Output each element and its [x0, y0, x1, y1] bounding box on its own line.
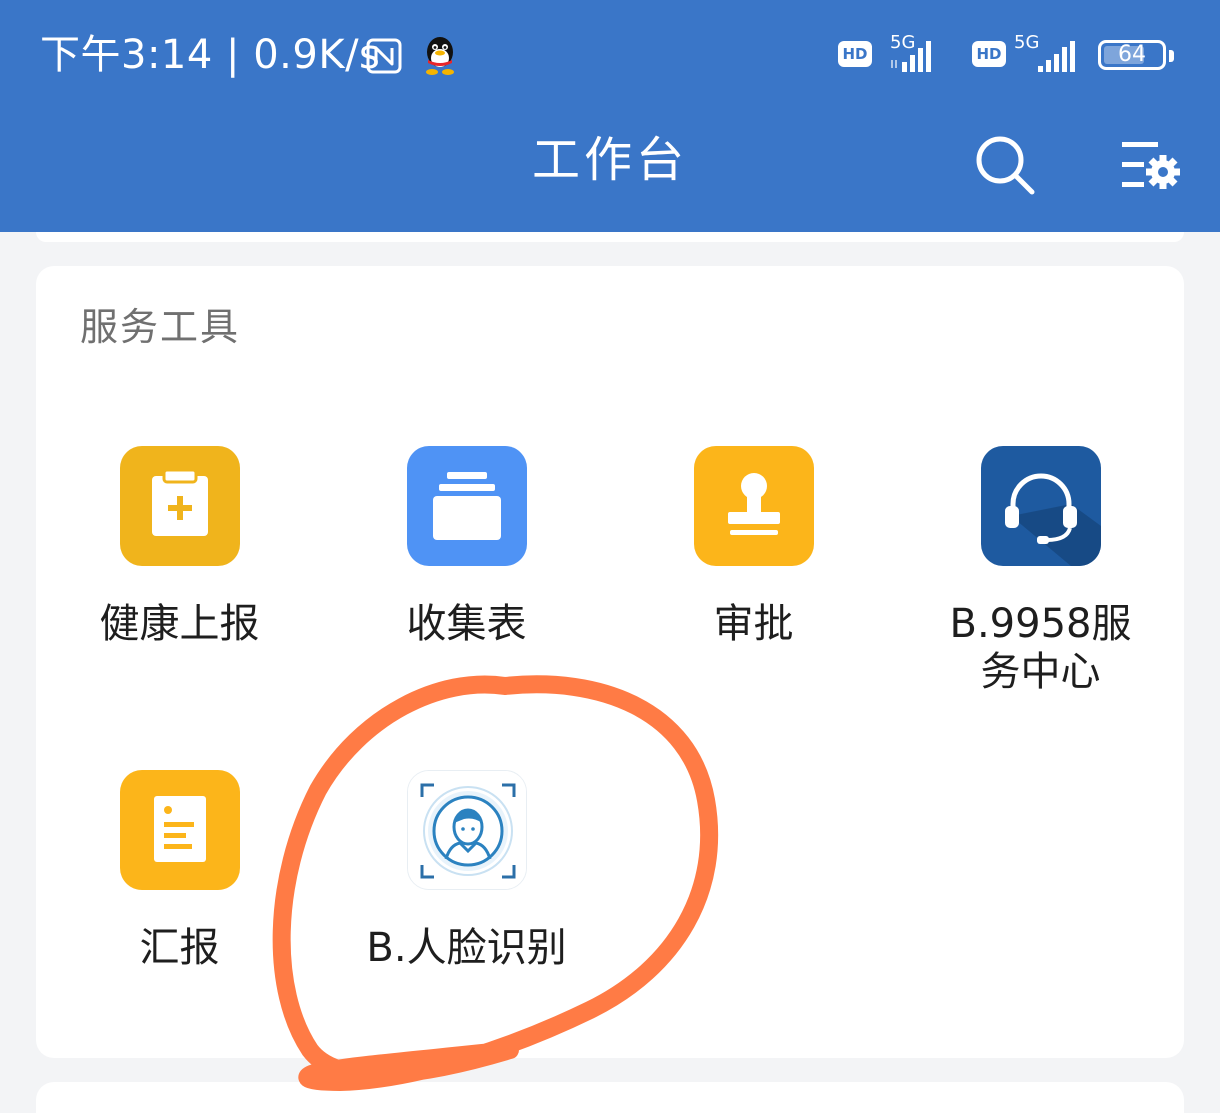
hd-badge: HD [838, 41, 872, 67]
services-card: 服务工具 健康上报 收集表 审批 B.9958服 务中心 汇报 B.人脸识别 [36, 266, 1184, 1058]
tool-report[interactable]: 汇报 [36, 770, 323, 971]
next-card-edge [36, 1082, 1184, 1113]
tool-label: 健康上报 [99, 601, 260, 647]
nfc-icon [366, 38, 402, 74]
face-recognition-icon [407, 770, 527, 890]
tool-health-report[interactable]: 健康上报 [36, 446, 323, 647]
tool-label: 汇报 [139, 925, 220, 971]
battery-icon: 64 [1098, 40, 1166, 70]
settings-icon[interactable] [1116, 136, 1182, 196]
signal-icon [891, 41, 931, 72]
tool-face-recognition[interactable]: B.人脸识别 [323, 770, 610, 971]
search-icon[interactable] [972, 132, 1038, 198]
signal-icon [1038, 41, 1075, 72]
tool-service-center[interactable]: B.9958服 务中心 [897, 446, 1184, 706]
tool-label: 审批 [713, 601, 794, 647]
title-bar: 工作台 [0, 110, 1220, 232]
tool-approval[interactable]: 审批 [610, 446, 897, 647]
approval-stamp-icon [694, 446, 814, 566]
hd-badge: HD [972, 41, 1006, 67]
tool-label: B.9958服 务中心 [949, 601, 1132, 695]
status-time-speed: 下午3:14 | 0.9K/s [40, 32, 381, 78]
report-icon [120, 770, 240, 890]
tool-label: B.人脸识别 [366, 925, 567, 971]
battery-cap [1169, 50, 1174, 62]
status-bar: 下午3:14 | 0.9K/s HD 5G HD 5G 64 [0, 0, 1220, 110]
qq-icon [426, 37, 454, 75]
previous-card-edge [36, 232, 1184, 242]
app-header: 下午3:14 | 0.9K/s HD 5G HD 5G 64 工作台 [0, 0, 1220, 232]
section-title: 服务工具 [80, 305, 241, 349]
headset-icon [981, 446, 1101, 566]
status-indicators: HD 5G HD 5G 64 [838, 32, 1178, 78]
tool-label: 收集表 [406, 601, 527, 647]
tool-collect-form[interactable]: 收集表 [323, 446, 610, 647]
battery-percent: 64 [1118, 42, 1146, 67]
collect-form-icon [407, 446, 527, 566]
health-report-icon [120, 446, 240, 566]
